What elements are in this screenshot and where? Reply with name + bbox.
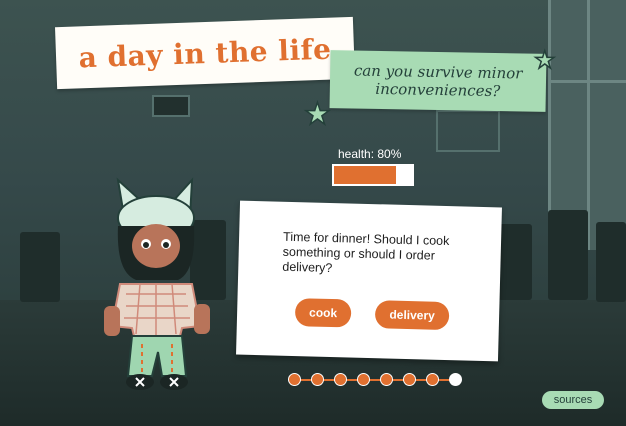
page-title: a day in the life [78, 32, 332, 74]
background-chair [548, 210, 588, 300]
background-chair [20, 232, 60, 302]
progress-dot [288, 373, 301, 386]
health-bar-fill [334, 166, 397, 184]
dialog-box: Time for dinner! Should I cook something… [236, 200, 502, 362]
progress-dots [288, 373, 462, 387]
cook-button[interactable]: cook [294, 298, 352, 328]
page-subtitle: can you survive minor inconveniences? [353, 61, 523, 101]
health-bar [332, 164, 414, 186]
wall-frame [436, 110, 500, 152]
progress-dot [334, 373, 347, 386]
progress-dot [449, 373, 462, 386]
delivery-button[interactable]: delivery [374, 300, 450, 331]
progress-dot [380, 373, 393, 386]
health-label: health: 80% [338, 147, 402, 161]
progress-dot [357, 373, 370, 386]
progress-dot [311, 373, 324, 386]
background-chair [498, 224, 532, 300]
star-icon: ★ [303, 98, 331, 131]
star-icon: ★ [533, 46, 556, 75]
progress-dot [403, 373, 416, 386]
character-illustration [104, 177, 210, 390]
subtitle-card: can you survive minor inconveniences? [329, 50, 547, 112]
title-card: a day in the life [55, 16, 355, 90]
sources-button[interactable]: sources [542, 391, 604, 409]
dialog-text: Time for dinner! Should I cook something… [282, 229, 450, 276]
wall-panel [152, 95, 190, 117]
background-chair [596, 222, 626, 302]
progress-dot [426, 373, 439, 386]
